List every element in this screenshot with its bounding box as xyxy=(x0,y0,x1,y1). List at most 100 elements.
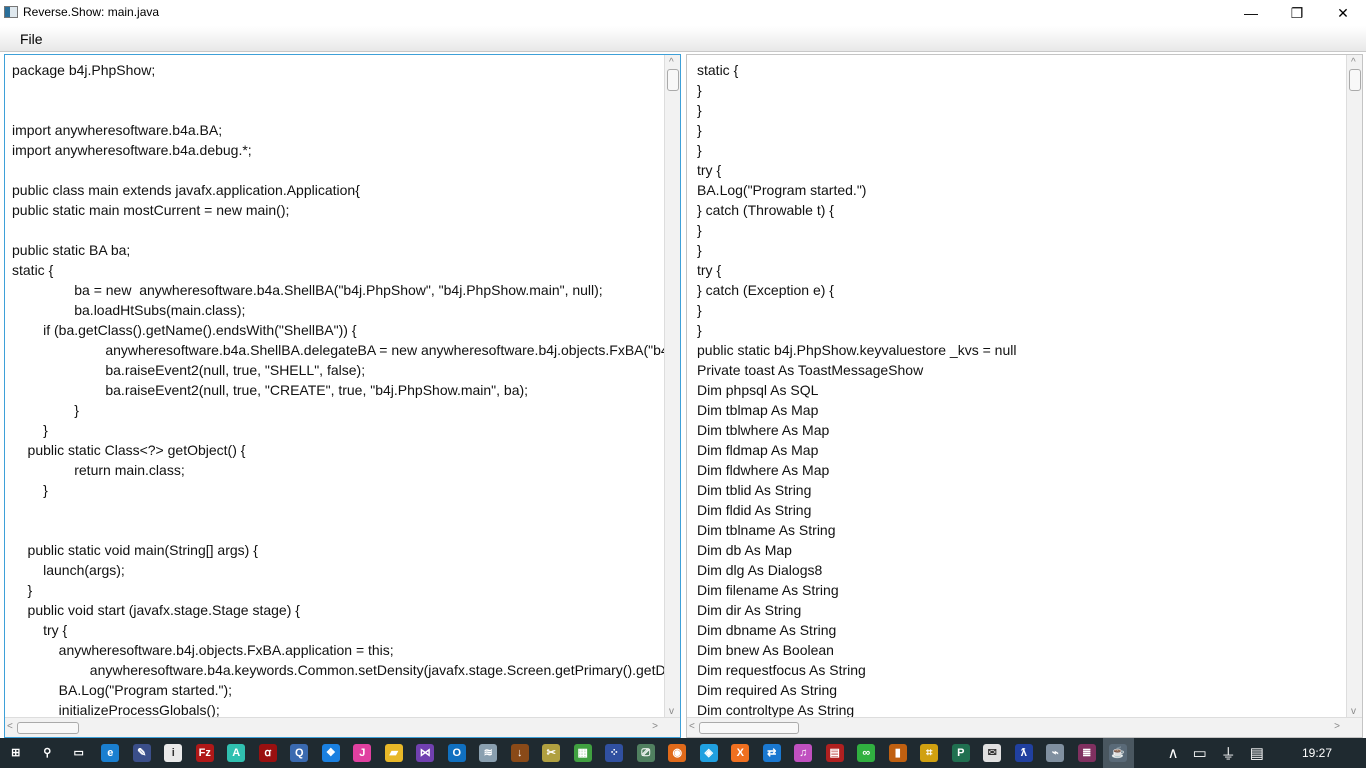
taskbar-firefox-button[interactable]: ◉ xyxy=(662,738,694,768)
taskbar-feather-button[interactable]: ƛ xyxy=(1008,738,1040,768)
clock[interactable]: 19:27 xyxy=(1302,746,1332,760)
taskbar-xampp-button[interactable]: X xyxy=(725,738,757,768)
taskbar-download-button[interactable]: ↓ xyxy=(504,738,536,768)
code-line: } xyxy=(697,302,702,318)
java-source-pane[interactable]: package b4j.PhpShow; import anywheresoftw… xyxy=(4,54,681,738)
taskbar-project-button[interactable]: P xyxy=(945,738,977,768)
taskbar-file-explorer-button[interactable]: ▰ xyxy=(378,738,410,768)
download-icon: ↓ xyxy=(510,744,529,762)
taskbar-start-button[interactable]: ⊞ xyxy=(0,738,32,768)
taskbar-remote-button[interactable]: ⎚ xyxy=(630,738,662,768)
winrar-icon: ≣ xyxy=(1077,744,1096,762)
taskbar-teamviewer-button[interactable]: ⇄ xyxy=(756,738,788,768)
scroll-left-icon[interactable]: < xyxy=(689,721,695,732)
taskbar-visual-studio-button[interactable]: ⋈ xyxy=(410,738,442,768)
taskbar-dropbox-button[interactable]: ❖ xyxy=(315,738,347,768)
taskbar-winrar-button[interactable]: ≣ xyxy=(1071,738,1103,768)
feather-icon: ƛ xyxy=(1014,744,1033,762)
j-app-icon: J xyxy=(353,744,372,762)
taskbar-pdf-button[interactable]: ✉ xyxy=(977,738,1009,768)
taskbar-tools-button[interactable]: ✂ xyxy=(536,738,568,768)
maximize-button[interactable]: ❐ xyxy=(1274,0,1320,26)
code-line: BA.Log("Program started."); xyxy=(12,682,233,698)
b4x-source-pane[interactable]: static {}}}} try {BA.Log("Program started… xyxy=(686,54,1363,738)
code-line: Dim dbname As String xyxy=(697,622,837,638)
taskbar-monitor-button[interactable]: ⌁ xyxy=(1040,738,1072,768)
scroll-down-icon[interactable]: v xyxy=(669,706,674,717)
remote-icon: ⎚ xyxy=(636,744,655,762)
code-line: public static Class<?> getObject() { xyxy=(12,442,246,458)
taskbar-blocks-button[interactable]: ▦ xyxy=(567,738,599,768)
scroll-up-icon[interactable]: ^ xyxy=(669,57,674,68)
scroll-thumb[interactable] xyxy=(17,722,79,734)
code-line: } xyxy=(12,582,33,598)
menu-file[interactable]: File xyxy=(20,31,43,47)
taskbar-grid-app-button[interactable]: ⁘ xyxy=(599,738,631,768)
vertical-scrollbar[interactable]: ^ v xyxy=(664,55,680,719)
taskbar-search-button[interactable]: ⚲ xyxy=(32,738,64,768)
network-icon: ⌗ xyxy=(920,744,939,762)
taskbar-app-blue-button[interactable]: ◈ xyxy=(693,738,725,768)
vertical-scrollbar[interactable]: ^ v xyxy=(1346,55,1362,719)
code-line: } xyxy=(12,422,48,438)
scroll-up-icon[interactable]: ^ xyxy=(1351,57,1356,68)
taskbar-outlook-button[interactable]: O xyxy=(441,738,473,768)
info-icon: i xyxy=(164,744,183,762)
scroll-down-icon[interactable]: v xyxy=(1351,706,1356,717)
search-icon: ⚲ xyxy=(43,747,52,759)
horizontal-scrollbar[interactable]: < > xyxy=(687,717,1362,737)
taskbar-book-button[interactable]: ▮ xyxy=(882,738,914,768)
taskbar-quicktime-button[interactable]: Q xyxy=(284,738,316,768)
taskbar-j-app-button[interactable]: J xyxy=(347,738,379,768)
chevron-up-icon[interactable]: ∧ xyxy=(1168,744,1179,762)
minimize-button[interactable]: — xyxy=(1228,0,1274,26)
taskbar-filezilla-button[interactable]: Fz xyxy=(189,738,221,768)
code-line: try { xyxy=(697,262,722,278)
scroll-right-icon[interactable]: > xyxy=(652,721,658,732)
itunes-icon: ♫ xyxy=(794,744,813,762)
project-icon: P xyxy=(951,744,970,762)
code-line: } catch (Exception e) { xyxy=(697,282,834,298)
acrobat-icon: ꭤ xyxy=(258,744,277,762)
taskbar-editor-button[interactable]: ✎ xyxy=(126,738,158,768)
taskbar-chat-button[interactable]: ∞ xyxy=(851,738,883,768)
quicktime-icon: Q xyxy=(290,744,309,762)
b4x-code[interactable]: static {}}}} try {BA.Log("Program started… xyxy=(697,60,1016,720)
taskbar-a-app-button[interactable]: A xyxy=(221,738,253,768)
taskbar-java-button[interactable]: ☕ xyxy=(1102,738,1134,768)
code-line: import anywheresoftware.b4a.BA; xyxy=(12,122,223,138)
notifications-icon[interactable]: ▤ xyxy=(1250,744,1264,762)
scroll-right-icon[interactable]: > xyxy=(1334,721,1340,732)
code-line: ba.raiseEvent2(null, true, "SHELL", fals… xyxy=(12,362,366,378)
file-explorer-icon: ▰ xyxy=(384,744,403,762)
database-icon: ≋ xyxy=(479,744,498,762)
scroll-thumb[interactable] xyxy=(667,69,679,91)
taskbar-database-button[interactable]: ≋ xyxy=(473,738,505,768)
scroll-left-icon[interactable]: < xyxy=(7,721,13,732)
code-line: ba.loadHtSubs(main.class); xyxy=(12,302,246,318)
taskbar-network-button[interactable]: ⌗ xyxy=(914,738,946,768)
filezilla-icon: Fz xyxy=(195,744,214,762)
pdf-icon: ✉ xyxy=(983,744,1002,762)
taskbar-task-view-button[interactable]: ▭ xyxy=(63,738,95,768)
scroll-thumb[interactable] xyxy=(699,722,799,734)
grid-app-icon: ⁘ xyxy=(605,744,624,762)
battery-icon[interactable]: ▭ xyxy=(1193,744,1207,762)
taskbar-acrobat-button[interactable]: ꭤ xyxy=(252,738,284,768)
close-button[interactable]: ✕ xyxy=(1320,0,1366,26)
code-line: if (ba.getClass().getName().endsWith("Sh… xyxy=(12,322,357,338)
taskbar-toolbox-button[interactable]: ▤ xyxy=(819,738,851,768)
code-line: Dim tblmap As Map xyxy=(697,402,819,418)
taskbar-internet-explorer-button[interactable]: e xyxy=(95,738,127,768)
usb-icon[interactable]: ⏚ xyxy=(1221,743,1236,764)
scroll-thumb[interactable] xyxy=(1349,69,1361,91)
java-code[interactable]: package b4j.PhpShow; import anywheresoftw… xyxy=(12,60,680,720)
code-line: Dim dir As String xyxy=(697,602,802,618)
horizontal-scrollbar[interactable]: < > xyxy=(5,717,680,737)
taskbar-itunes-button[interactable]: ♫ xyxy=(788,738,820,768)
code-line: } xyxy=(697,242,702,258)
taskbar-info-button[interactable]: i xyxy=(158,738,190,768)
